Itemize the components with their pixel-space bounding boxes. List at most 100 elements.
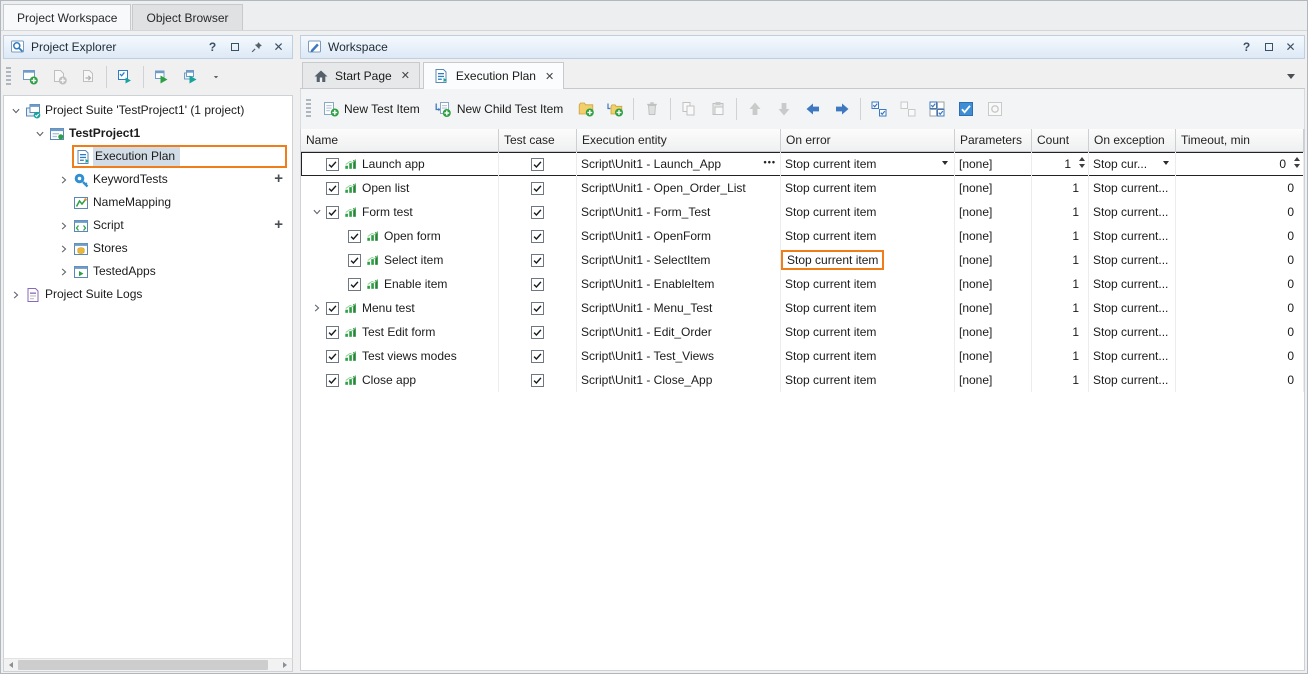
close-tab-icon[interactable]: ✕ — [401, 69, 410, 82]
help-button[interactable]: ? — [1238, 39, 1255, 56]
expander-collapsed-icon[interactable] — [56, 175, 72, 185]
tree-item-keywordtests[interactable]: KeywordTests+ — [4, 168, 292, 191]
test-case-checkbox[interactable] — [531, 254, 544, 267]
dropdown-arrow-button[interactable] — [206, 63, 225, 91]
toolbar-separator — [736, 98, 737, 120]
add-new-project-button[interactable] — [16, 63, 44, 91]
test-case-checkbox[interactable] — [531, 158, 544, 171]
move-right-button[interactable] — [828, 95, 856, 123]
float-button[interactable] — [226, 39, 243, 56]
close-panel-button[interactable]: ✕ — [1282, 39, 1299, 56]
new-child-group-button[interactable] — [601, 95, 629, 123]
row-test-edit-form[interactable]: Test Edit formScript\Unit1 - Edit_OrderS… — [301, 320, 1304, 344]
tab-start-page[interactable]: Start Page ✕ — [302, 62, 420, 88]
add-item-button[interactable]: + — [274, 217, 283, 233]
scroll-right-button[interactable] — [278, 659, 292, 671]
copy-item-icon — [681, 101, 698, 117]
expander-expanded-icon[interactable] — [8, 106, 24, 116]
execution-plan-toolbar-grip[interactable] — [306, 99, 311, 119]
item-enabled-checkbox[interactable] — [326, 350, 339, 363]
expander-collapsed-icon[interactable] — [56, 221, 72, 231]
test-case-checkbox[interactable] — [531, 278, 544, 291]
browse-button[interactable]: ••• — [764, 157, 776, 167]
row-select-item[interactable]: Select itemScript\Unit1 - SelectItemStop… — [301, 248, 1304, 272]
test-case-checkbox[interactable] — [531, 206, 544, 219]
item-enabled-checkbox[interactable] — [326, 374, 339, 387]
tree-item-execution-plan[interactable]: Execution Plan — [4, 145, 292, 168]
horizontal-scrollbar[interactable] — [3, 658, 293, 672]
test-case-checkbox[interactable] — [531, 350, 544, 363]
close-panel-button[interactable]: ✕ — [270, 39, 287, 56]
item-enabled-checkbox[interactable] — [326, 182, 339, 195]
test-case-checkbox[interactable] — [531, 326, 544, 339]
scrollbar-thumb[interactable] — [18, 660, 268, 670]
enable-all-items-button[interactable] — [865, 95, 893, 123]
close-tab-icon[interactable]: ✕ — [545, 70, 554, 83]
row-close-app[interactable]: Close appScript\Unit1 - Close_AppStop cu… — [301, 368, 1304, 392]
tree-item-script[interactable]: Script+ — [4, 214, 292, 237]
help-button[interactable]: ? — [204, 39, 221, 56]
expander-collapsed-icon[interactable] — [56, 267, 72, 277]
run-project-button[interactable] — [148, 63, 176, 91]
expander-expanded-icon[interactable] — [32, 129, 48, 139]
item-enabled-checkbox[interactable] — [326, 158, 339, 171]
column-header-count[interactable]: Count — [1032, 129, 1089, 151]
project-explorer-toolbar-grip[interactable] — [6, 67, 11, 87]
row-menu-test[interactable]: Menu testScript\Unit1 - Menu_TestStop cu… — [301, 296, 1304, 320]
row-open-list[interactable]: Open listScript\Unit1 - Open_Order_ListS… — [301, 176, 1304, 200]
scrollbar-track[interactable] — [268, 659, 278, 671]
row-open-form[interactable]: Open formScript\Unit1 - OpenFormStop cur… — [301, 224, 1304, 248]
tree-item-project-suite-testproject1-1-project[interactable]: Project Suite 'TestProject1' (1 project) — [4, 99, 292, 122]
new-child-test-item-button[interactable]: New Child Test Item — [429, 95, 571, 123]
item-enabled-checkbox[interactable] — [326, 302, 339, 315]
test-case-checkbox[interactable] — [531, 230, 544, 243]
tab-object-browser[interactable]: Object Browser — [132, 4, 242, 30]
add-item-button[interactable]: + — [274, 171, 283, 187]
dropdown-arrow-icon[interactable] — [942, 161, 948, 165]
tree-item-stores[interactable]: Stores — [4, 237, 292, 260]
enable-selected-item-button[interactable] — [952, 95, 980, 123]
timeout-spinner[interactable] — [1294, 157, 1300, 168]
tree-item-testedapps[interactable]: TestedApps — [4, 260, 292, 283]
column-header-on-exception[interactable]: On exception — [1089, 129, 1176, 151]
run-tests-button[interactable] — [111, 63, 139, 91]
column-header-on-error[interactable]: On error — [781, 129, 955, 151]
dropdown-arrow-icon[interactable] — [1163, 161, 1169, 165]
expander-collapsed-icon[interactable] — [56, 244, 72, 254]
move-left-button[interactable] — [799, 95, 827, 123]
row-launch-app[interactable]: Launch appScript\Unit1 - Launch_App•••St… — [301, 152, 1304, 176]
run-project-suite-button[interactable] — [177, 63, 205, 91]
count-spinner[interactable] — [1079, 157, 1085, 168]
expander-collapsed-icon[interactable] — [309, 303, 325, 313]
row-test-views-modes[interactable]: Test views modesScript\Unit1 - Test_View… — [301, 344, 1304, 368]
expander-expanded-icon[interactable] — [309, 207, 325, 217]
item-enabled-checkbox[interactable] — [326, 326, 339, 339]
column-header-timeout-min[interactable]: Timeout, min — [1176, 129, 1304, 151]
tree-item-testproject1[interactable]: TestProject1 — [4, 122, 292, 145]
new-group-button[interactable] — [572, 95, 600, 123]
column-header-parameters[interactable]: Parameters — [955, 129, 1032, 151]
row-form-test[interactable]: Form testScript\Unit1 - Form_TestStop cu… — [301, 200, 1304, 224]
test-case-checkbox[interactable] — [531, 182, 544, 195]
expander-collapsed-icon[interactable] — [8, 290, 24, 300]
test-case-checkbox[interactable] — [531, 374, 544, 387]
item-enabled-checkbox[interactable] — [326, 206, 339, 219]
pin-button[interactable] — [248, 39, 265, 56]
column-header-test-case[interactable]: Test case — [499, 129, 577, 151]
tab-project-workspace[interactable]: Project Workspace — [3, 4, 131, 30]
item-enabled-checkbox[interactable] — [348, 278, 361, 291]
tab-execution-plan[interactable]: Execution Plan ✕ — [423, 62, 564, 89]
tree-item-project-suite-logs[interactable]: Project Suite Logs — [4, 283, 292, 306]
tab-list-dropdown-icon[interactable] — [1287, 74, 1295, 79]
test-case-checkbox[interactable] — [531, 302, 544, 315]
column-header-name[interactable]: Name — [301, 129, 499, 151]
column-header-execution-entity[interactable]: Execution entity — [577, 129, 781, 151]
tree-item-namemapping[interactable]: NameMapping — [4, 191, 292, 214]
invert-item-checks-button[interactable] — [923, 95, 951, 123]
new-test-item-button[interactable]: New Test Item — [316, 95, 428, 123]
row-enable-item[interactable]: Enable itemScript\Unit1 - EnableItemStop… — [301, 272, 1304, 296]
item-enabled-checkbox[interactable] — [348, 254, 361, 267]
scroll-left-button[interactable] — [4, 659, 18, 671]
float-button[interactable] — [1260, 39, 1277, 56]
item-enabled-checkbox[interactable] — [348, 230, 361, 243]
